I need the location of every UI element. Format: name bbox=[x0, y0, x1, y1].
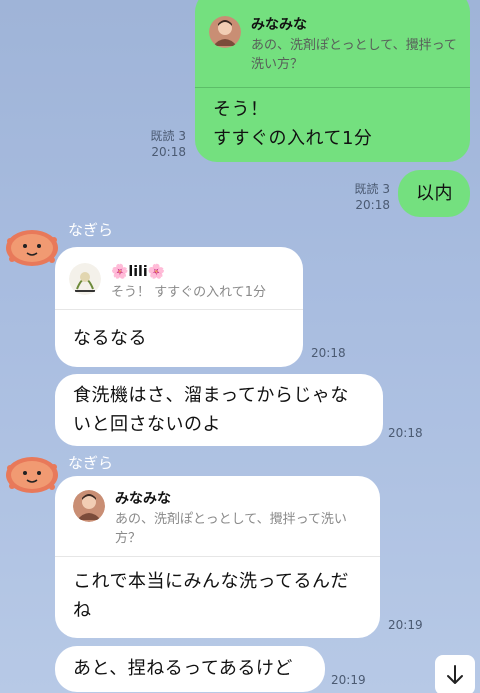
scroll-down-button[interactable] bbox=[435, 655, 475, 693]
received-message[interactable]: 食洗機はさ、溜まってからじゃな いと回さないのよ bbox=[55, 374, 383, 446]
reply-quote: あの、洗剤ぽとっとして、攪拌って洗い 方？ bbox=[115, 510, 347, 548]
reply-avatar bbox=[73, 490, 105, 522]
reply-preview[interactable]: みなみな あの、洗剤ぽとっとして、攪拌って洗い方？ bbox=[209, 16, 458, 74]
reply-divider bbox=[55, 556, 380, 557]
timestamp: 20:18 bbox=[151, 145, 186, 159]
chat-area: みなみな あの、洗剤ぽとっとして、攪拌って洗い方？ そう！ すすぐの入れて1分 … bbox=[0, 0, 480, 693]
reply-author: みなみな bbox=[115, 491, 171, 507]
message-text: これで本当にみんな洗ってるんだ ね bbox=[73, 567, 349, 625]
sender-avatar[interactable] bbox=[2, 452, 62, 498]
reply-divider bbox=[55, 309, 303, 310]
message-line: ね bbox=[73, 600, 92, 621]
message-text: なるなる bbox=[73, 328, 147, 349]
timestamp: 20:18 bbox=[355, 198, 390, 212]
message-text: そう！ すすぐの入れて1分 bbox=[213, 95, 372, 153]
message-line: これで本当にみんな洗ってるんだ bbox=[73, 571, 350, 592]
message-meta: 既読 3 20:18 bbox=[334, 181, 390, 213]
received-reply-message[interactable]: みなみな あの、洗剤ぽとっとして、攪拌って洗い 方？ これで本当にみんな洗ってる… bbox=[55, 476, 380, 638]
message-text: あと、捏ねるってあるけど bbox=[73, 658, 293, 679]
reply-quote: そう！ すすぐの入れて1分 bbox=[111, 285, 267, 300]
reply-quote-line: 方？ bbox=[115, 531, 142, 546]
message-text: 食洗機はさ、溜まってからじゃな いと回さないのよ bbox=[73, 381, 349, 439]
reply-quote: あの、洗剤ぽとっとして、攪拌って洗い方？ bbox=[251, 38, 457, 72]
timestamp: 20:18 bbox=[388, 426, 423, 440]
sent-message[interactable]: 以内 bbox=[398, 170, 470, 217]
message-line: そう！ bbox=[213, 99, 269, 120]
timestamp: 20:18 bbox=[311, 346, 346, 360]
timestamp: 20:19 bbox=[331, 673, 366, 687]
message-line: いと回さないのよ bbox=[73, 414, 221, 435]
message-line: すすぐの入れて1分 bbox=[213, 128, 373, 149]
reply-preview[interactable]: みなみな あの、洗剤ぽとっとして、攪拌って洗い 方？ bbox=[73, 490, 368, 548]
read-receipt: 既読 3 bbox=[150, 129, 186, 143]
arrow-down-icon bbox=[447, 665, 463, 684]
reply-preview[interactable]: 🌸lili🌸 そう！ すすぐの入れて1分 bbox=[69, 263, 291, 302]
read-receipt: 既読 3 bbox=[354, 182, 390, 196]
reply-avatar bbox=[209, 16, 241, 48]
reply-quote-line: あの、洗剤ぽとっとして、攪拌って洗い bbox=[115, 512, 347, 527]
message-meta: 既読 3 20:18 bbox=[130, 128, 186, 160]
sent-reply-message[interactable]: みなみな あの、洗剤ぽとっとして、攪拌って洗い方？ そう！ すすぐの入れて1分 bbox=[195, 0, 470, 162]
sender-avatar[interactable] bbox=[2, 225, 62, 271]
message-line: 食洗機はさ、溜まってからじゃな bbox=[73, 385, 349, 406]
received-reply-message[interactable]: 🌸lili🌸 そう！ すすぐの入れて1分 なるなる bbox=[55, 247, 303, 367]
reply-author: みなみな bbox=[251, 17, 307, 33]
sender-name: なぎら bbox=[68, 221, 114, 239]
reply-divider bbox=[195, 87, 470, 88]
timestamp: 20:19 bbox=[388, 618, 423, 632]
reply-avatar bbox=[69, 263, 101, 295]
sender-name: なぎら bbox=[68, 454, 114, 472]
reply-author: 🌸lili🌸 bbox=[111, 264, 166, 280]
received-message[interactable]: あと、捏ねるってあるけど bbox=[55, 646, 325, 692]
message-text: 以内 bbox=[416, 183, 453, 204]
